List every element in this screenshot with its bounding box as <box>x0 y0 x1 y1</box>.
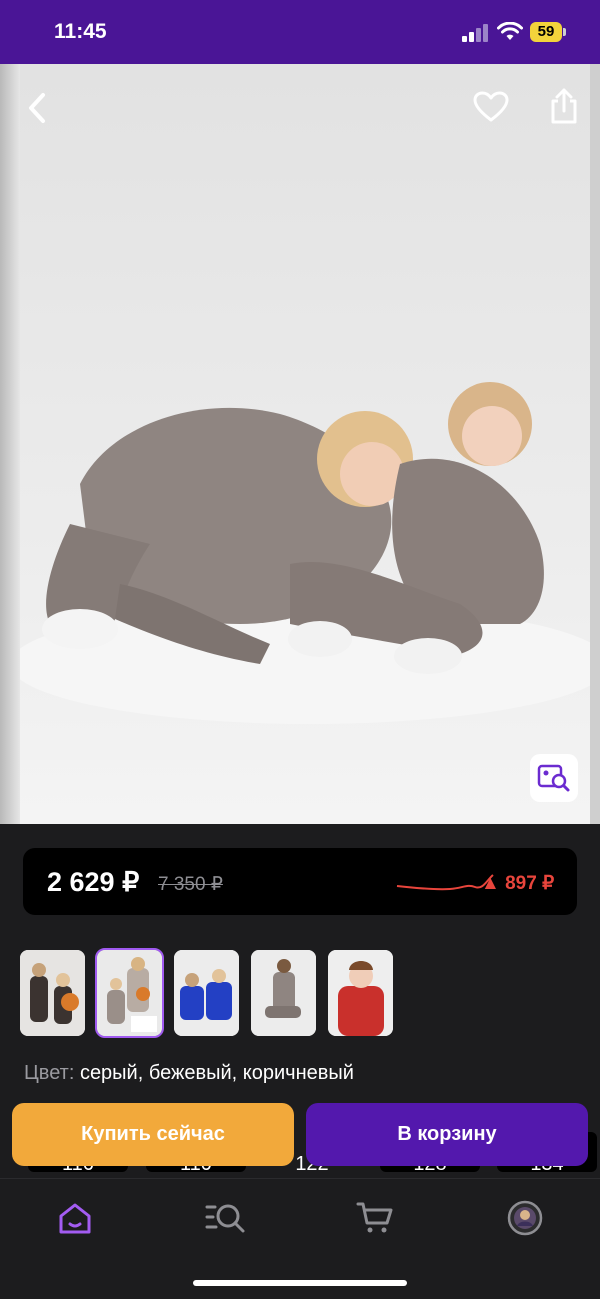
avatar <box>507 1200 543 1236</box>
old-price: 7 350 ₽ <box>158 874 223 895</box>
product-photo-carousel[interactable] <box>0 64 600 824</box>
cart-icon <box>356 1202 393 1233</box>
thumbnail-4[interactable] <box>251 950 316 1036</box>
next-photo-edge[interactable] <box>590 64 600 824</box>
home-indicator <box>193 1280 407 1286</box>
image-search-icon <box>537 764 570 792</box>
visual-search-button[interactable] <box>530 754 578 802</box>
heart-icon <box>473 91 509 122</box>
battery-nub <box>563 28 566 36</box>
price-change: ▲ 897 ₽ <box>481 873 555 894</box>
share-button[interactable] <box>543 84 585 128</box>
share-icon <box>551 88 577 124</box>
tab-profile[interactable] <box>502 1195 548 1241</box>
battery-indicator: 59 <box>530 22 562 42</box>
tab-home[interactable] <box>52 1195 98 1241</box>
thumbnail-3[interactable] <box>174 950 239 1036</box>
previous-photo-edge[interactable] <box>0 64 20 824</box>
back-button[interactable] <box>22 90 52 126</box>
status-bar: 11:45 59 <box>0 0 600 64</box>
thumbnail-1[interactable] <box>20 950 85 1036</box>
photo-illustration <box>20 382 590 724</box>
status-time: 11:45 <box>54 20 107 43</box>
tab-catalog[interactable] <box>202 1195 248 1241</box>
thumbnail-5[interactable] <box>328 950 393 1036</box>
wifi-icon <box>497 22 523 40</box>
color-label: Цвет: <box>24 1062 75 1084</box>
home-icon <box>59 1203 91 1234</box>
add-to-cart-button[interactable]: В корзину <box>306 1103 588 1166</box>
thumbnail-2[interactable] <box>95 948 164 1038</box>
color-info: Цвет: серый, бежевый, коричневый <box>24 1062 354 1085</box>
product-photo[interactable] <box>20 64 590 824</box>
signal-icon <box>462 24 490 42</box>
price-history-sparkline <box>396 874 494 891</box>
favorite-button[interactable] <box>470 86 512 128</box>
buy-now-button[interactable]: Купить сейчас <box>12 1103 294 1166</box>
current-price: 2 629 ₽ <box>47 867 140 897</box>
tab-cart[interactable] <box>352 1195 398 1241</box>
chevron-left-icon <box>29 93 45 123</box>
catalog-search-icon <box>205 1204 245 1233</box>
price-card[interactable]: 2 629 ₽ 7 350 ₽ ▲ 897 ₽ <box>23 848 577 915</box>
color-value: серый, бежевый, коричневый <box>79 1062 354 1084</box>
